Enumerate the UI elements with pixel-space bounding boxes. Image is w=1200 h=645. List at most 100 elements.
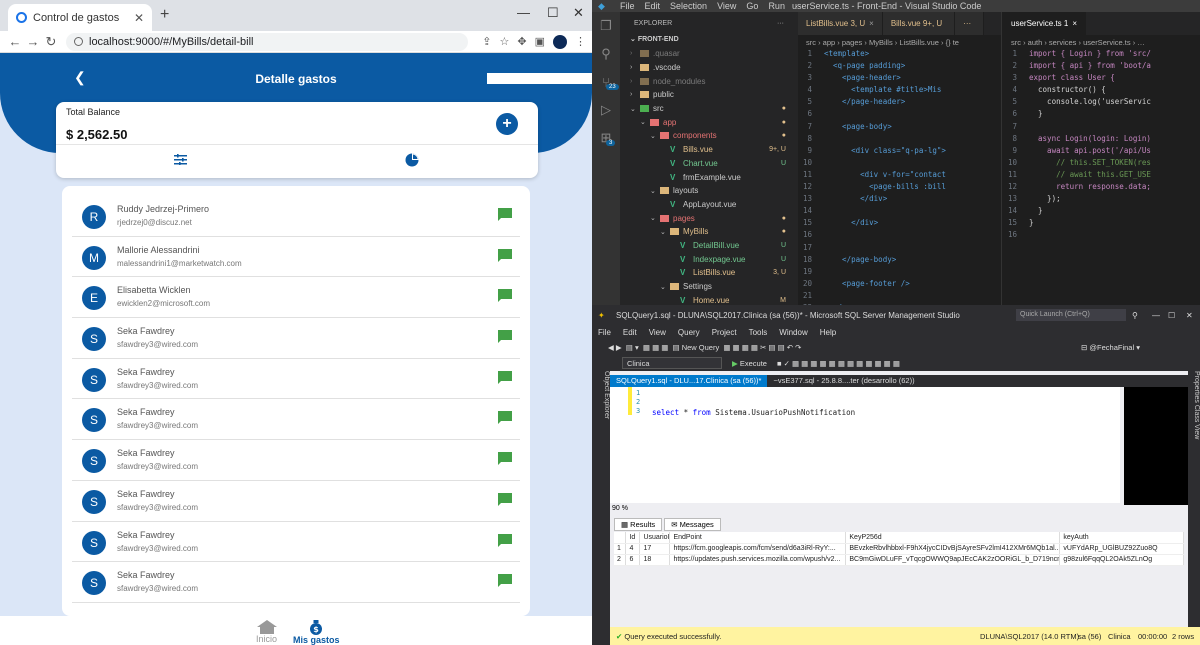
add-expense-button[interactable]: + — [496, 113, 518, 135]
code-area[interactable]: 1 <template> 2 <q-page padding> 3 <page-hea… — [798, 49, 1001, 305]
menu-item[interactable]: Help — [820, 328, 836, 337]
menu-item[interactable]: Query — [678, 328, 700, 337]
hamburger-menu-icon[interactable] — [513, 73, 525, 83]
maximize-icon[interactable]: ☐ — [1168, 311, 1175, 320]
close-tab-icon[interactable]: ✕ — [134, 11, 144, 25]
source-control-icon[interactable]: ⑂ 23 — [592, 68, 620, 96]
param-select[interactable]: ⊟ @FechaFinal ▾ — [1081, 343, 1140, 352]
run-debug-icon[interactable]: ▷ — [592, 96, 620, 124]
menu-item[interactable]: File — [620, 1, 635, 11]
browser-tab[interactable]: Control de gastos ✕ — [8, 4, 152, 31]
column-header[interactable]: Id — [625, 532, 641, 544]
menu-item[interactable]: View — [649, 328, 666, 337]
messages-tab[interactable]: ✉ Messages — [664, 518, 721, 531]
file-tree-item[interactable]: ⌄ src ● — [620, 102, 798, 116]
menu-item[interactable]: Edit — [623, 328, 637, 337]
chat-icon[interactable] — [498, 533, 512, 547]
explorer-files-icon[interactable]: ❐ — [592, 12, 620, 40]
chat-icon[interactable] — [498, 452, 512, 466]
breadcrumb[interactable]: src › auth › services › userService.ts ›… — [1003, 35, 1200, 49]
contact-row[interactable]: M Mallorie Alessandrini malessandrini1@mar… — [72, 237, 520, 278]
back-arrow-icon[interactable]: ← — [6, 34, 24, 49]
forward-arrow-icon[interactable]: → — [24, 34, 42, 49]
database-select[interactable]: Clinica — [622, 357, 722, 369]
menu-item[interactable]: Tools — [749, 328, 768, 337]
share-icon[interactable]: ⇪ — [482, 35, 491, 48]
toolbar-icons[interactable]: ▦ ▦ ▦ ▦ ✂ ▤ ▤ ↶ ↷ — [723, 343, 801, 352]
side-panel-icon[interactable]: ▣ — [535, 35, 545, 48]
nav-home[interactable]: Inicio — [256, 620, 277, 644]
table-cell[interactable]: https://updates.push.services.mozilla.co… — [669, 554, 847, 566]
table-cell[interactable]: 17 — [639, 543, 671, 555]
file-tree-item[interactable]: V AppLayout.vue — [620, 198, 798, 212]
profile-avatar[interactable] — [553, 34, 567, 49]
quick-launch-input[interactable]: Quick Launch (Ctrl+Q) — [1016, 309, 1126, 321]
query-editor[interactable]: 1 2 3 select * from Sistema.UsuarioPushN… — [610, 387, 1120, 503]
close-window-icon[interactable]: ✕ — [1186, 311, 1193, 320]
file-tree-item[interactable]: ⌄ app ● — [620, 115, 798, 129]
file-tree-item[interactable]: › node_modules — [620, 74, 798, 88]
file-tree-item[interactable]: ⌄ pages ● — [620, 211, 798, 225]
file-tree-item[interactable]: › .quasar — [620, 47, 798, 61]
table-cell[interactable]: 4 — [625, 543, 641, 555]
reload-icon[interactable]: ↻ — [42, 34, 60, 50]
file-tree-item[interactable]: V ListBills.vue 3, U — [620, 266, 798, 280]
file-tree-item[interactable]: V DetailBill.vue U — [620, 239, 798, 253]
chat-icon[interactable] — [498, 411, 512, 425]
contact-row[interactable]: R Ruddy Jedrzej-Primero rjedrzej0@discuz.n… — [72, 196, 520, 237]
properties-tab[interactable]: Properties Class View — [1188, 371, 1200, 645]
more-icon[interactable]: ··· — [777, 20, 784, 27]
maximize-icon[interactable]: ☐ — [547, 5, 559, 21]
back-icon[interactable]: ◀ ▶ — [608, 343, 622, 352]
bookmark-star-icon[interactable]: ☆ — [500, 35, 510, 48]
menu-item[interactable]: View — [717, 1, 736, 11]
new-query-button[interactable]: ▤ New Query — [673, 343, 720, 352]
new-file-icon[interactable]: ▤ ▾ — [626, 343, 639, 352]
column-header[interactable] — [614, 532, 627, 544]
extensions-icon[interactable]: ⊞ 3 — [592, 124, 620, 152]
file-tree-item[interactable]: V Home.vue M — [620, 293, 798, 305]
contact-row[interactable]: S Seka Fawdrey sfawdrey3@wired.com — [72, 562, 520, 603]
chat-icon[interactable] — [498, 492, 512, 506]
file-tree-item[interactable]: ⌄ MyBills ● — [620, 225, 798, 239]
minimize-icon[interactable]: — — [1152, 311, 1160, 320]
file-tree-item[interactable]: ⌄ Settings — [620, 280, 798, 294]
chat-icon[interactable] — [498, 248, 512, 262]
minimap[interactable] — [1124, 387, 1188, 507]
results-grid[interactable]: IdUsuarioIdEndPointKeyP256dkeyAuth1417ht… — [614, 532, 1184, 566]
contact-row[interactable]: S Seka Fawdrey sfawdrey3@wired.com — [72, 359, 520, 400]
file-tree-item[interactable]: ⌄ layouts — [620, 184, 798, 198]
file-tree-item[interactable]: V Chart.vue U — [620, 157, 798, 171]
editor-tab[interactable]: userService.ts 1 × — [1003, 12, 1087, 35]
column-header[interactable]: KeyP256d — [845, 532, 1061, 544]
column-header[interactable]: keyAuth — [1059, 532, 1184, 544]
minimize-icon[interactable]: — — [517, 5, 530, 20]
table-row[interactable]: 1 4 17 https://fcm.googleapis.com/fcm/send/… — [614, 543, 1184, 555]
new-tab-icon[interactable]: + — [160, 6, 169, 24]
url-input[interactable]: localhost:9000/#/MyBills/detail-bill — [66, 32, 469, 51]
save-icon[interactable]: ▦ ▦ ▦ — [643, 343, 668, 352]
explorer-root[interactable]: ⌄ FRONT-END — [620, 35, 798, 47]
table-cell[interactable]: 18 — [639, 554, 671, 566]
column-header[interactable]: EndPoint — [669, 532, 847, 544]
pie-chart-icon[interactable] — [405, 153, 419, 167]
table-cell[interactable]: vUFYdARp_UGlBUZ92Zuo8Q — [1059, 543, 1184, 555]
menu-item[interactable]: File — [598, 328, 611, 337]
menu-item[interactable]: Project — [712, 328, 737, 337]
browser-menu-icon[interactable]: ⋮ — [575, 35, 586, 48]
search-icon[interactable]: ⚲ — [592, 40, 620, 68]
chat-icon[interactable] — [498, 289, 512, 303]
chat-icon[interactable] — [498, 574, 512, 588]
table-cell[interactable]: 6 — [625, 554, 641, 566]
file-tree-item[interactable]: VfrmExample.vue — [620, 170, 798, 184]
table-cell[interactable]: BEvzkeRbvlhbbxl-F9hX4jycCIDvBjSAyreSFv2l… — [845, 543, 1061, 555]
file-tree-item[interactable]: › public — [620, 88, 798, 102]
editor-tab[interactable]: Bills.vue 9+, U — [882, 12, 956, 35]
column-header[interactable]: UsuarioId — [639, 532, 671, 544]
contact-row[interactable]: S Seka Fawdrey sfawdrey3@wired.com — [72, 440, 520, 481]
search-icon[interactable]: ⚲ — [1132, 311, 1138, 320]
contact-row[interactable]: S Seka Fawdrey sfawdrey3@wired.com — [72, 481, 520, 522]
editor-tab[interactable]: ListBills.vue 3, U × — [798, 12, 883, 35]
zoom-level[interactable]: 90 % — [610, 505, 1188, 515]
apps-grid-icon[interactable] — [487, 73, 592, 84]
